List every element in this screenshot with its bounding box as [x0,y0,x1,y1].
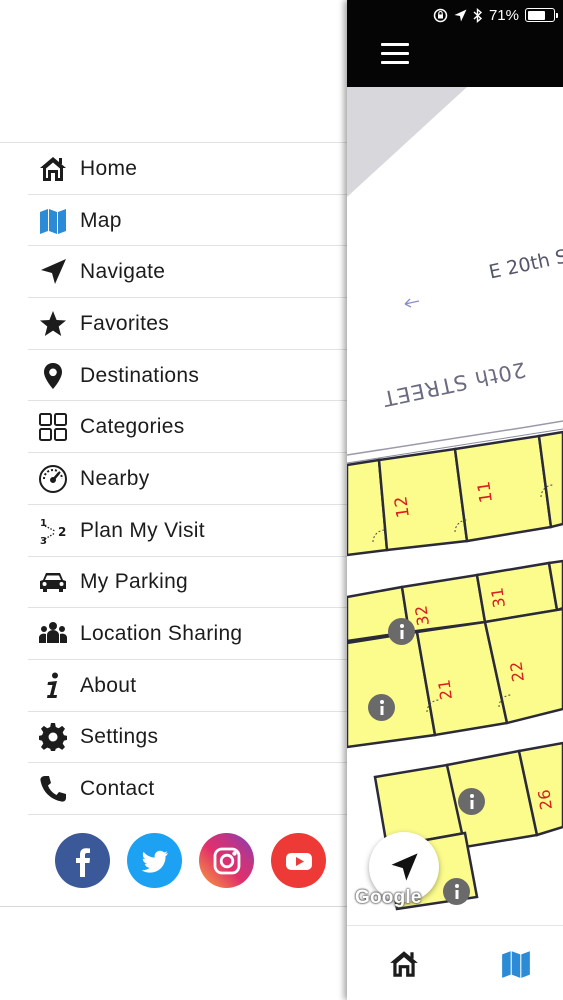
home-icon [390,951,418,977]
menu-item-label: Destinations [80,363,200,387]
menu-item-label: Navigate [80,260,166,284]
menu-item-home[interactable]: Home [0,143,347,195]
twitter-icon [141,850,168,873]
drawer-divider [0,906,347,907]
menu-item-label: Plan My Visit [80,518,205,542]
facebook-icon [75,847,90,877]
youtube-button[interactable] [271,833,326,888]
speedometer-icon [36,462,70,496]
info-pin-icon[interactable] [388,618,415,645]
numbered-steps-icon: 12 3 [36,514,70,548]
location-arrow-icon [454,9,467,21]
booth-label: 22 [506,660,528,683]
floor-plan: 12 11 32 31 21 22 26 [347,87,563,911]
info-pin-icon[interactable] [443,878,470,905]
navigate-arrow-icon [391,853,418,881]
hamburger-menu-button[interactable] [381,43,409,65]
tab-home[interactable] [387,948,421,980]
rotation-lock-icon [433,8,448,22]
menu-item-settings[interactable]: Settings [0,712,347,764]
menu-item-label: Settings [80,725,159,749]
menu-item-my-parking[interactable]: My Parking [0,557,347,609]
booth-label: 21 [434,678,456,701]
navigate-arrow-icon [36,255,70,289]
svg-text:2: 2 [58,525,66,539]
menu-item-label: Favorites [80,311,170,335]
phone-icon [36,772,70,806]
menu-item-categories[interactable]: Categories [0,401,347,453]
google-attribution: Google [355,887,422,908]
booth-label: 11 [474,480,497,504]
menu-item-label: Contact [80,777,155,801]
info-pin-icon[interactable] [458,788,485,815]
battery-level [527,10,546,20]
battery-icon [525,8,558,22]
menu-item-about[interactable]: About [0,660,347,712]
menu-item-label: My Parking [80,570,189,594]
svg-text:3: 3 [40,536,47,546]
star-icon [36,307,70,341]
location-pin-icon [36,359,70,393]
map-view[interactable]: 12 11 32 31 21 22 26 E 20th S 20th STREE… [347,87,563,925]
menu-item-label: Categories [80,415,185,439]
booth-label: 26 [534,788,556,811]
battery-percent: 71% [488,6,519,24]
youtube-icon [285,852,312,870]
menu-item-location-sharing[interactable]: Location Sharing [0,608,347,660]
map-icon [502,951,530,978]
menu-item-nearby[interactable]: Nearby [0,453,347,505]
people-icon [36,617,70,651]
menu-item-label: Nearby [80,466,150,490]
info-pin-icon[interactable] [368,694,395,721]
booth-label: 32 [411,604,433,627]
map-panel[interactable]: 71% 12 11 32 31 21 22 26 E 20th S 20th S… [347,0,563,1000]
bottom-tab-bar [347,925,563,1000]
menu-item-label: About [80,673,137,697]
menu-item-plan-my-visit[interactable]: 12 3 Plan My Visit [0,505,347,557]
twitter-button[interactable] [127,833,182,888]
info-icon [36,669,70,703]
menu-item-label: Home [80,156,138,180]
booth-label: 31 [487,586,509,609]
menu-item-label: Map [80,208,122,232]
social-links [55,833,326,888]
car-icon [36,565,70,599]
menu-item-label: Location Sharing [80,622,243,646]
tab-map[interactable] [499,948,533,980]
instagram-icon [213,847,240,874]
grid-icon [36,410,70,444]
gear-icon [36,720,70,754]
home-icon [36,152,70,186]
menu-item-destinations[interactable]: Destinations [0,350,347,402]
instagram-button[interactable] [199,833,254,888]
status-bar: 71% [433,5,558,25]
menu-item-map[interactable]: Map [0,195,347,247]
facebook-button[interactable] [55,833,110,888]
menu-list: Home Map Navigate Favorites Destinations [0,143,347,815]
booth-label: 12 [391,495,414,519]
side-drawer: Home Map Navigate Favorites Destinations [0,0,347,1000]
svg-text:1: 1 [40,518,47,529]
top-app-bar: 71% [347,0,563,87]
bluetooth-icon [473,7,483,23]
menu-item-contact[interactable]: Contact [0,763,347,815]
menu-item-navigate[interactable]: Navigate [0,246,347,298]
menu-item-favorites[interactable]: Favorites [0,298,347,350]
map-icon [36,204,70,238]
